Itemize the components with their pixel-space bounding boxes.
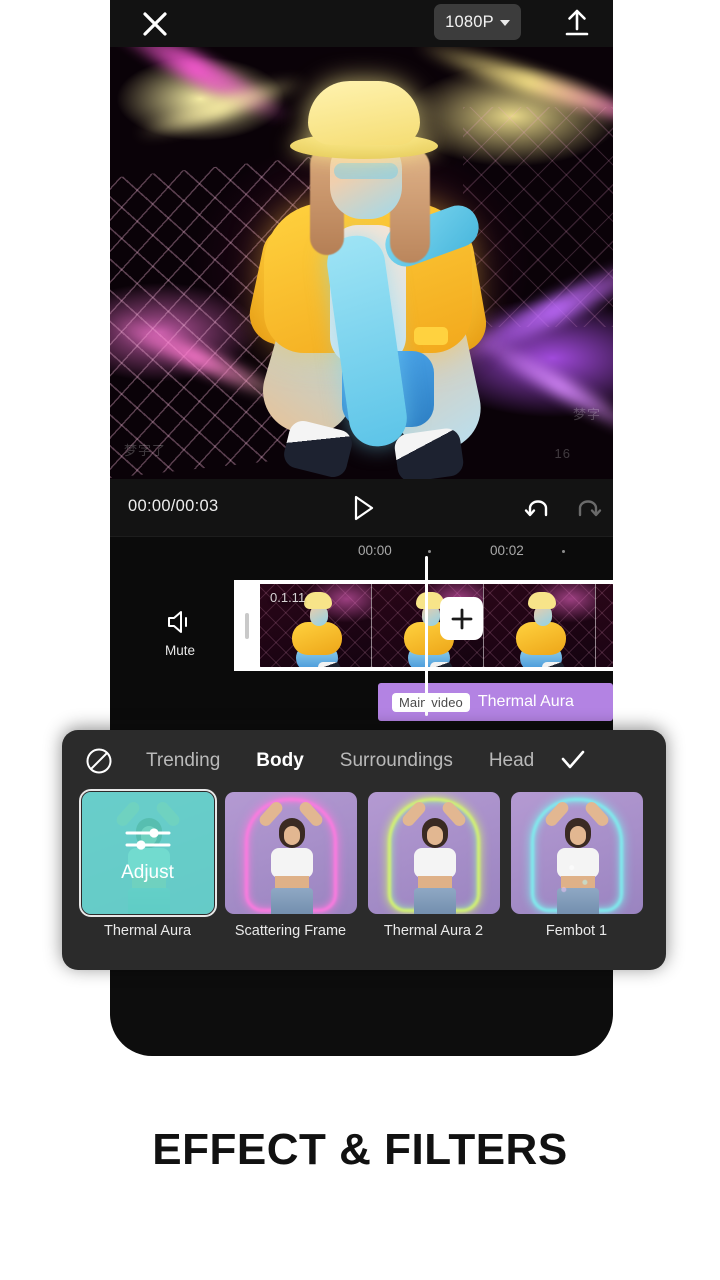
add-clip-button[interactable] <box>440 597 483 640</box>
tab-trending[interactable]: Trending <box>146 750 220 772</box>
effects-tab-bar: Trending Body Surroundings Head <box>62 730 666 792</box>
effect-name: Fembot 1 <box>545 923 608 939</box>
tab-surroundings[interactable]: Surroundings <box>340 750 453 772</box>
resolution-selector[interactable]: 1080P <box>434 4 521 40</box>
transport-bar: 00:00/00:03 <box>110 479 613 537</box>
ruler-tick <box>428 550 431 553</box>
redo-icon[interactable] <box>572 492 604 524</box>
effect-thumbnail[interactable]: Adjust <box>78 789 217 917</box>
video-clip-track[interactable]: 0.1.11 <box>234 580 613 671</box>
undo-icon[interactable] <box>522 492 554 524</box>
mute-label: Mute <box>164 643 195 658</box>
effect-clip-name: Thermal Aura <box>477 693 574 710</box>
timeline-ruler[interactable]: 00:00 00:02 <box>110 537 613 567</box>
watermark: 16 <box>554 446 571 461</box>
video-preview[interactable]: 梦字 梦字了 16 <box>110 47 613 479</box>
watermark: 梦字了 <box>124 443 167 458</box>
effects-panel: Trending Body Surroundings Head Adjust T… <box>62 730 666 970</box>
clip-duration-label: 0.1.11 <box>270 590 306 605</box>
effect-clip-badge: Main video <box>392 692 470 712</box>
resolution-label: 1080P <box>445 12 494 31</box>
tab-body[interactable]: Body <box>256 750 304 772</box>
time-display: 00:00/00:03 <box>128 497 219 515</box>
effect-thumbnail[interactable] <box>510 792 643 914</box>
effect-clip[interactable]: Main video Thermal Aura <box>378 683 613 721</box>
play-icon[interactable] <box>345 491 379 525</box>
tab-head[interactable]: Head <box>489 750 534 772</box>
speaker-mute-icon <box>168 611 187 633</box>
ruler-tick <box>562 550 565 553</box>
effect-thumbnail[interactable] <box>367 792 500 914</box>
effect-item-thermal-aura-2[interactable]: Thermal Aura 2 <box>362 792 505 970</box>
sliders-icon <box>125 828 170 850</box>
playhead[interactable] <box>425 556 428 716</box>
ruler-label: 00:00 <box>358 543 392 558</box>
timeline[interactable]: 00:00 00:02 Mute 0.1.11 Main video Therm… <box>110 537 613 721</box>
plus-icon <box>451 608 472 629</box>
close-icon[interactable] <box>138 8 172 40</box>
effect-name: Scattering Frame <box>234 923 347 939</box>
clip-thumbnails <box>260 584 613 667</box>
adjust-label: Adjust <box>121 862 174 883</box>
subject-figure <box>238 75 498 479</box>
effect-item-scattering-frame[interactable]: Scattering Frame <box>219 792 362 970</box>
check-icon[interactable] <box>558 746 588 776</box>
effects-list[interactable]: Adjust Thermal Aura Scattering Frame The… <box>62 789 666 970</box>
trim-handle-left[interactable] <box>234 582 260 669</box>
upload-icon[interactable] <box>560 6 594 40</box>
effect-item-fembot-1[interactable]: Fembot 1 <box>505 792 648 970</box>
mute-button[interactable]: Mute <box>144 609 216 658</box>
effect-name: Thermal Aura <box>103 923 192 939</box>
effect-name: Thermal Aura 2 <box>383 923 484 939</box>
effect-item-thermal-aura[interactable]: Adjust Thermal Aura <box>76 789 219 970</box>
clip-frame <box>596 584 613 667</box>
top-bar: 1080P <box>110 0 613 47</box>
no-effect-icon[interactable] <box>84 746 114 776</box>
page-caption: EFFECT & FILTERS <box>152 1125 568 1174</box>
watermark: 梦字 <box>572 407 601 422</box>
chevron-down-icon <box>499 20 510 26</box>
ruler-label: 00:02 <box>490 543 524 558</box>
clip-frame <box>484 584 596 667</box>
effect-thumbnail[interactable] <box>224 792 357 914</box>
adjust-overlay[interactable]: Adjust <box>81 792 214 914</box>
